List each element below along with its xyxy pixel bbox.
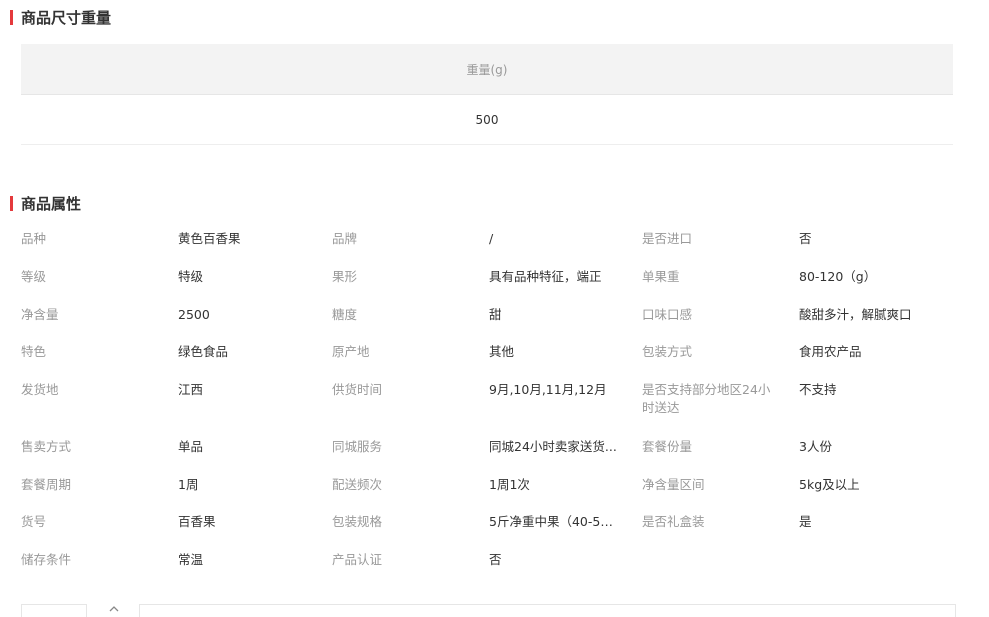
- attribute-label: 货号: [21, 514, 47, 529]
- attribute-row: 品种 黄色百香果 品牌 / 是否进口 否: [21, 230, 961, 268]
- weight-row: 500: [21, 95, 953, 145]
- attribute-label: 净含量: [21, 307, 59, 322]
- attribute-label: 包装规格: [332, 514, 383, 529]
- attribute-value: 其他: [489, 344, 515, 359]
- attribute-value: 绿色食品: [178, 344, 229, 359]
- attribute-label: 是否进口: [642, 231, 693, 246]
- attributes-section-title: 商品属性: [10, 194, 82, 213]
- attribute-value: 2500: [178, 307, 210, 322]
- attribute-label: 净含量区间: [642, 477, 705, 492]
- attribute-label: 品牌: [332, 231, 358, 246]
- attribute-value: 黄色百香果: [178, 231, 241, 246]
- attribute-value: 1周: [178, 477, 199, 492]
- attribute-value: 是: [799, 514, 812, 529]
- attribute-label: 储存条件: [21, 552, 72, 567]
- weight-value: 500: [475, 112, 499, 127]
- attribute-value: 同城24小时卖家送货...: [489, 439, 617, 454]
- attribute-row: 等级 特级 果形 具有品种特征，端正 单果重 80-120（g）: [21, 268, 961, 306]
- attribute-label: 配送频次: [332, 477, 383, 492]
- attribute-value: 5斤净重中果（40-55...: [489, 514, 619, 529]
- attribute-label: 售卖方式: [21, 439, 72, 454]
- attribute-value: /: [489, 231, 494, 246]
- bottom-tab[interactable]: [21, 604, 87, 617]
- attribute-value: 否: [489, 552, 502, 567]
- attribute-value: 食用农产品: [799, 344, 862, 359]
- attribute-value: 特级: [178, 269, 204, 284]
- attribute-label: 果形: [332, 269, 358, 284]
- attribute-value: 80-120（g）: [799, 269, 877, 284]
- attribute-label: 原产地: [332, 344, 370, 359]
- attributes-section-title-text: 商品属性: [21, 194, 82, 213]
- attribute-row: 货号 百香果 包装规格 5斤净重中果（40-55... 是否礼盒装 是: [21, 513, 961, 551]
- attribute-row: 售卖方式 单品 同城服务 同城24小时卖家送货... 套餐份量 3人份: [21, 438, 961, 476]
- attribute-value: 常温: [178, 552, 204, 567]
- attribute-value: 甜: [489, 307, 502, 322]
- size-weight-table: 重量(g) 500: [21, 44, 953, 145]
- section-accent-bar: [10, 9, 13, 25]
- attribute-label: 包装方式: [642, 344, 693, 359]
- attribute-label: 套餐份量: [642, 439, 693, 454]
- attribute-row: 发货地 江西 供货时间 9月,10月,11月,12月 是否支持部分地区24小时送…: [21, 381, 961, 438]
- attribute-row: 储存条件 常温 产品认证 否: [21, 551, 961, 581]
- chevron-up-icon: [109, 606, 119, 612]
- attribute-label: 品种: [21, 231, 47, 246]
- attribute-value: 具有品种特征，端正: [489, 269, 602, 284]
- size-section-title: 商品尺寸重量: [10, 8, 112, 27]
- attributes-grid: 品种 黄色百香果 品牌 / 是否进口 否 等级 特级 果形 具有品种特征，端正 …: [21, 230, 961, 581]
- attribute-label: 口味口感: [642, 307, 693, 322]
- bottom-input-area[interactable]: [139, 604, 956, 617]
- attribute-value: 1周1次: [489, 477, 530, 492]
- attribute-value: 百香果: [178, 514, 216, 529]
- attribute-label: 产品认证: [332, 552, 383, 567]
- attribute-value: 9月,10月,11月,12月: [489, 382, 607, 397]
- size-section-title-text: 商品尺寸重量: [21, 8, 112, 27]
- attribute-row: 净含量 2500 糖度 甜 口味口感 酸甜多汁，解腻爽口: [21, 306, 961, 343]
- attribute-label: 特色: [21, 344, 47, 359]
- attribute-value: 江西: [178, 382, 204, 397]
- attribute-value: 否: [799, 231, 812, 246]
- collapse-toggle[interactable]: [105, 604, 123, 614]
- attribute-label: 糖度: [332, 307, 358, 322]
- attribute-label: 是否支持部分地区24小时送达: [642, 382, 771, 415]
- attribute-label: 是否礼盒装: [642, 514, 705, 529]
- attribute-value: 5kg及以上: [799, 477, 860, 492]
- attribute-label: 等级: [21, 269, 47, 284]
- attribute-value: 不支持: [799, 382, 837, 397]
- section-accent-bar: [10, 195, 13, 211]
- attribute-label: 发货地: [21, 382, 59, 397]
- attribute-row: 特色 绿色食品 原产地 其他 包装方式 食用农产品: [21, 343, 961, 381]
- attribute-row: 套餐周期 1周 配送频次 1周1次 净含量区间 5kg及以上: [21, 476, 961, 513]
- attribute-value: 单品: [178, 439, 204, 454]
- attribute-label: 供货时间: [332, 382, 383, 397]
- bottom-toolbar: [21, 604, 956, 617]
- attribute-value: 酸甜多汁，解腻爽口: [799, 307, 912, 322]
- attribute-label: 单果重: [642, 269, 680, 284]
- attribute-label: 套餐周期: [21, 477, 72, 492]
- attribute-value: 3人份: [799, 439, 832, 454]
- weight-column-header: 重量(g): [21, 44, 953, 95]
- attribute-label: 同城服务: [332, 439, 383, 454]
- weight-header-label: 重量(g): [466, 62, 508, 77]
